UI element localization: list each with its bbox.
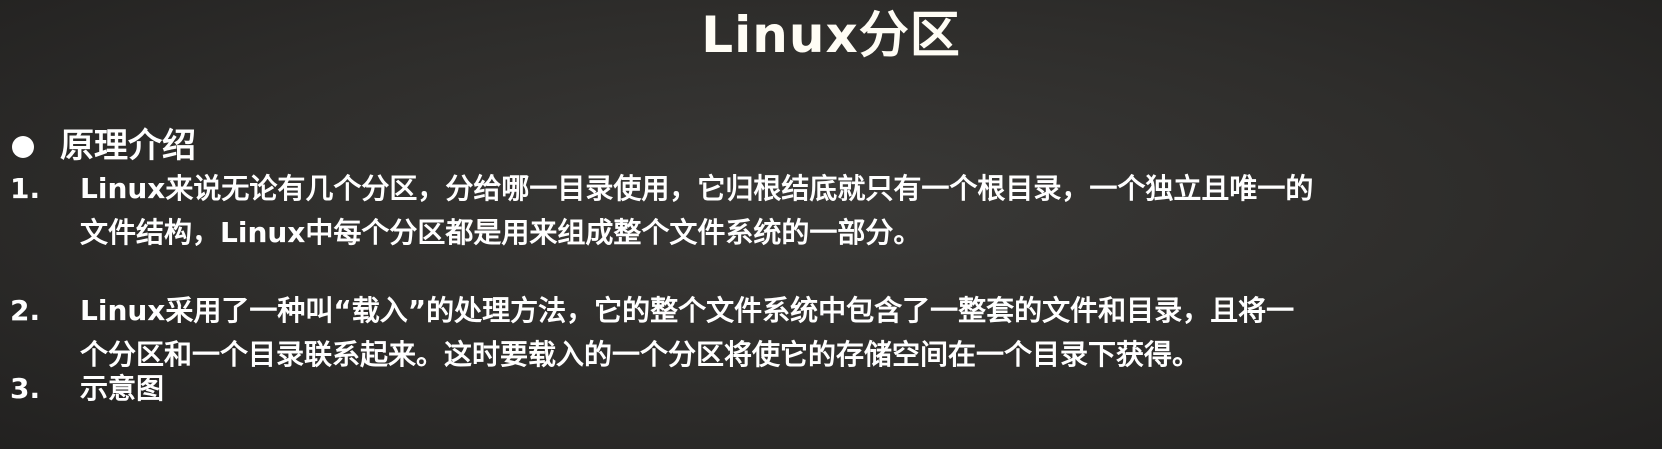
list-item-text-line: Linux采用了一种叫“载入”的处理方法，它的整个文件系统中包含了一整套的文件和… [80, 294, 1295, 327]
list-item-number: 3. [10, 372, 41, 405]
slide: Linux分区 原理介绍 1. Linux来说无论有几个分区，分给哪一目录使用，… [0, 0, 1662, 449]
list-item-text-line: 个分区和一个目录联系起来。这时要载入的一个分区将使它的存储空间在一个目录下获得。 [80, 338, 1201, 371]
bullet-dot-icon [12, 136, 34, 158]
list-item-text-line: 示意图 [80, 372, 165, 405]
list-item-text-line: Linux来说无论有几个分区，分给哪一目录使用，它归根结底就只有一个根目录，一个… [80, 172, 1314, 205]
slide-title: Linux分区 [701, 6, 961, 64]
list-item-number: 2. [10, 294, 41, 327]
list-item-text-line: 文件结构，Linux中每个分区都是用来组成整个文件系统的一部分。 [80, 216, 922, 249]
list-item-number: 1. [10, 172, 41, 205]
section-heading: 原理介绍 [60, 126, 196, 166]
